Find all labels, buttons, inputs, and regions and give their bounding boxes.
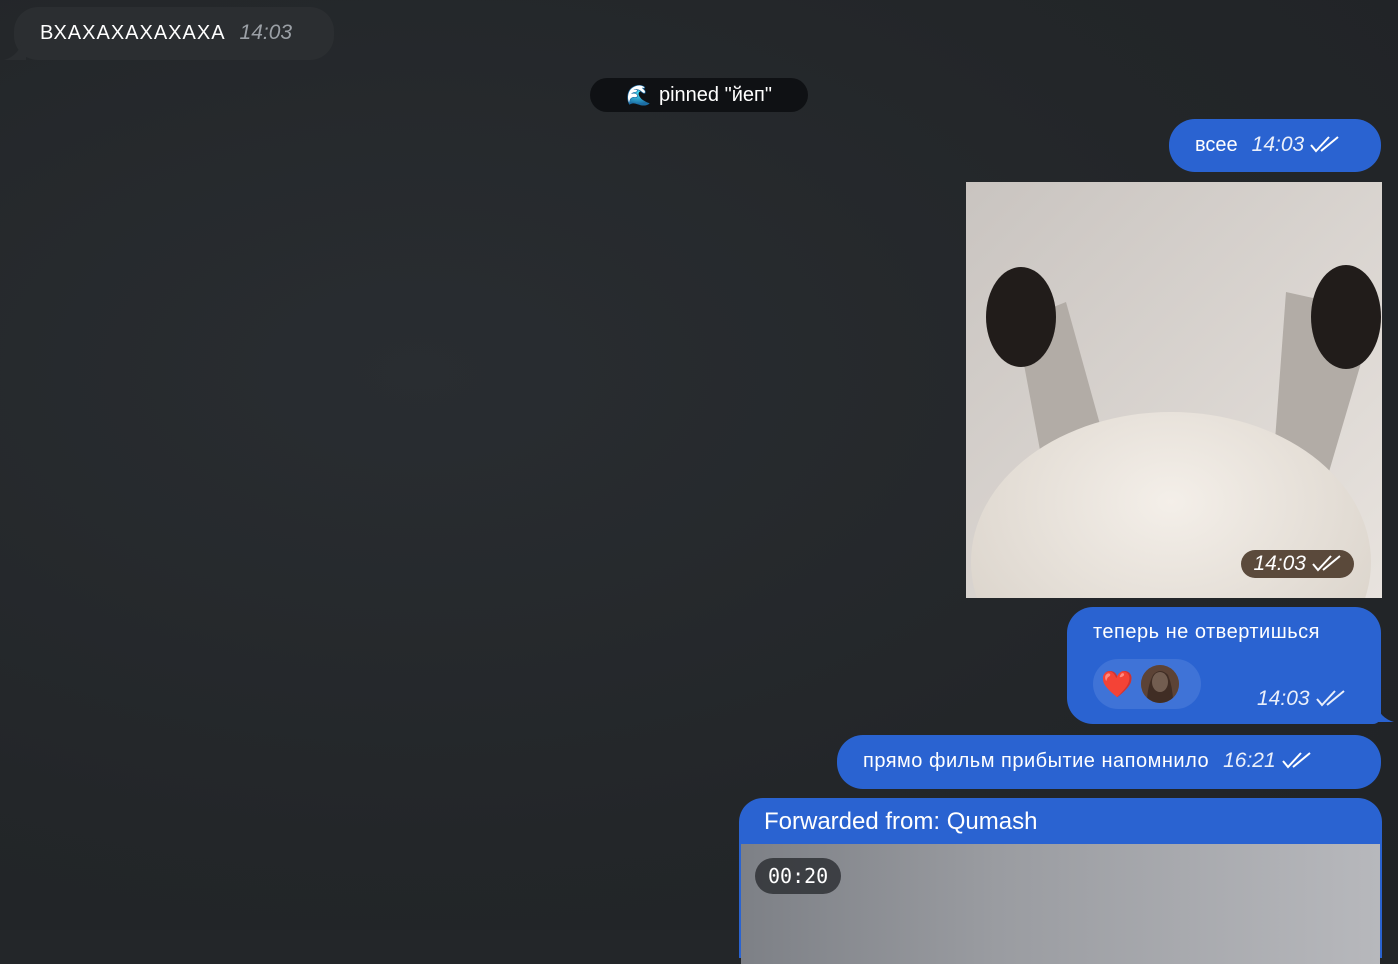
cat-photo [966,182,1382,598]
double-check-icon [1312,555,1341,572]
double-check-icon [1315,690,1345,707]
bubble-tail [4,42,26,60]
video-preview[interactable]: 00:20 [741,844,1380,964]
forwarded-message[interactable]: Forwarded from: Qumash 00:20 [739,798,1382,964]
message-text: теперь не отвертишься [1093,621,1321,643]
double-check-icon [1281,752,1311,769]
incoming-message[interactable]: ВХАХАХАХАХАХА 14:03 [14,7,334,60]
outgoing-message[interactable]: прямо фильм прибытие напомнило 16:21 [837,735,1381,789]
double-check-icon [1310,136,1339,153]
wave-icon: 🌊 [626,84,651,107]
message-text: ВХАХАХАХАХАХА [40,22,226,44]
pinned-notice[interactable]: 🌊 pinned "йеп" [590,78,808,112]
pinned-text: pinned "йеп" [658,83,772,106]
outgoing-message[interactable]: теперь не отвертишься ❤️ 14:03 [1067,607,1381,724]
message-time: 14:03 [239,21,293,44]
heart-icon: ❤️ [1101,668,1134,699]
photo-message[interactable]: 14:03 [966,182,1382,598]
forward-source-link[interactable]: Qumash [947,808,1038,835]
message-text: всее [1195,134,1238,156]
video-duration: 00:20 [755,858,842,894]
forwarded-header: Forwarded from: Qumash [764,808,1038,835]
message-time: 14:03 [1251,133,1305,156]
reaction-chip[interactable]: ❤️ [1093,659,1201,709]
outgoing-message[interactable]: всее 14:03 [1169,119,1381,172]
message-time: 14:03 [1257,687,1346,711]
message-text: прямо фильм прибытие напомнило [863,750,1210,772]
bubble-tail [1372,704,1394,722]
message-time: 16:21 [1223,749,1276,772]
avatar [1141,665,1180,703]
photo-time-badge: 14:03 [1241,550,1354,578]
